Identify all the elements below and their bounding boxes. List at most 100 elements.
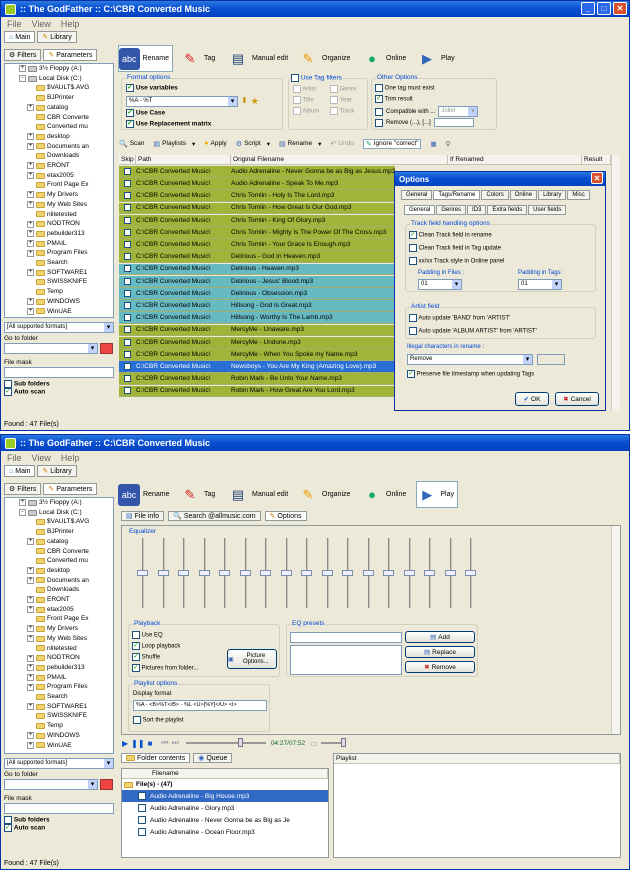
expand-icon[interactable]: + <box>27 249 34 257</box>
list-scrollbar[interactable] <box>611 155 620 411</box>
expand-icon[interactable]: + <box>27 606 34 614</box>
tag-filter-checkbox[interactable] <box>330 107 338 115</box>
auto-band-checkbox[interactable] <box>409 314 417 322</box>
eq-replace-button[interactable]: ▤ Replace <box>405 646 475 658</box>
auto-album-artist-checkbox[interactable] <box>409 327 417 335</box>
toolbar-online[interactable]: ● Online <box>361 45 406 72</box>
tree-node[interactable]: nlitetested <box>7 644 113 654</box>
tree-node[interactable]: + SOFTWARE1 <box>7 702 113 712</box>
table-row[interactable]: C:\CBR Converted Music\ MercyMe - Unaware… <box>119 324 395 337</box>
eq-band-slider[interactable] <box>424 538 435 608</box>
eq-band-slider[interactable] <box>137 538 148 608</box>
tree-node[interactable]: + SOFTWARE1 <box>7 268 113 278</box>
tag-filters-title-row[interactable]: Use Tag filters <box>290 74 343 82</box>
toolbar-play-2[interactable]: ▶ Play <box>416 481 458 508</box>
skip-checkbox[interactable] <box>124 216 131 224</box>
tag-filter-checkbox[interactable] <box>330 96 338 104</box>
files-group-header[interactable]: File(s) - (47) <box>122 779 328 790</box>
position-slider[interactable] <box>185 738 266 747</box>
toolbar-rename-2[interactable]: abc Rename <box>118 481 169 508</box>
skip-checkbox[interactable] <box>124 192 131 200</box>
folder-tree[interactable]: +3½ Floppy (A:) - Local Disk (C:) $VAULT$.A… <box>4 63 114 318</box>
tab-filters-2[interactable]: ⚙ Filters <box>4 483 42 495</box>
minimize-button[interactable]: _ <box>581 2 595 15</box>
tree-node[interactable]: Converted mu <box>7 556 113 566</box>
tree-node[interactable]: + WINDOWS <box>7 731 113 741</box>
action-playlists[interactable]: ▤ Playlists ▾ <box>154 140 196 148</box>
filename-col[interactable]: Filename <box>122 769 328 778</box>
eq-band-knob[interactable] <box>301 570 312 576</box>
eq-band-knob[interactable] <box>321 570 333 576</box>
expand-icon[interactable]: + <box>27 191 34 199</box>
eq-band-knob[interactable] <box>219 570 230 576</box>
tree-node[interactable]: CBR Converte <box>7 113 113 123</box>
dialog-subtab[interactable]: ID3 <box>467 205 487 215</box>
action-scan[interactable]: 🔍 Scan <box>119 140 145 148</box>
file-mask-input[interactable] <box>4 367 114 378</box>
expand-icon[interactable]: + <box>27 538 34 546</box>
table-row[interactable]: C:\CBR Converted Music\ Audio Adrenaline … <box>119 178 395 190</box>
tree-node[interactable]: +3½ Floppy (A:) <box>7 498 113 508</box>
tag-filter-option[interactable]: Title <box>293 96 330 104</box>
expand-icon[interactable]: + <box>27 230 34 238</box>
col-result[interactable]: Result <box>582 155 611 164</box>
expand-icon[interactable]: + <box>27 674 34 681</box>
eq-preset-name-input[interactable] <box>290 632 402 643</box>
menu-view-2[interactable]: View <box>32 453 51 463</box>
tag-filter-option[interactable]: Artist <box>293 85 330 93</box>
skip-checkbox[interactable] <box>124 228 131 236</box>
one-tag-checkbox[interactable] <box>375 84 383 92</box>
loop-playback-row[interactable]: ✓ Loop playback <box>132 642 180 650</box>
col-original[interactable]: Original Filename <box>231 155 448 164</box>
play-tab[interactable]: ✎ Options <box>264 511 307 521</box>
toolbar-tag-2[interactable]: ✎ Tag <box>179 481 216 508</box>
volume-knob[interactable] <box>340 738 346 747</box>
goto-folder-icon-2[interactable] <box>100 779 113 790</box>
skip-checkbox[interactable] <box>124 180 131 188</box>
table-row[interactable]: C:\CBR Converted Music\ Chris Tomlin - Yo… <box>119 239 395 251</box>
eq-band-slider[interactable] <box>362 538 374 608</box>
goto-folder-select-2[interactable] <box>4 779 98 790</box>
ok-button[interactable]: ✔ OK <box>515 392 549 406</box>
file-checkbox[interactable] <box>138 804 146 812</box>
expand-icon[interactable]: + <box>19 499 26 507</box>
skip-checkbox[interactable] <box>124 289 131 297</box>
cancel-button[interactable]: ✖ Cancel <box>555 392 599 406</box>
tag-filter-checkbox[interactable] <box>293 96 301 104</box>
action-ignore-correct[interactable]: ✎ Ignore "correct" <box>362 138 422 149</box>
tree-node[interactable]: BJPrinter <box>7 527 113 537</box>
dialog-tab[interactable]: Tags/Rename <box>433 190 481 200</box>
file-checkbox[interactable] <box>138 816 146 824</box>
eq-band-knob[interactable] <box>198 570 210 576</box>
close-button[interactable]: ✕ <box>613 2 627 15</box>
eq-band-slider[interactable] <box>198 538 210 608</box>
expand-icon[interactable]: + <box>27 240 34 247</box>
eq-band-slider[interactable] <box>465 538 476 608</box>
format-select-value[interactable]: %A - %T <box>126 96 238 107</box>
tree-node[interactable]: Temp <box>7 287 113 297</box>
dialog-subtab[interactable]: Genres <box>436 205 467 215</box>
tree-node[interactable]: SWISSKNIFE <box>7 711 113 721</box>
playlist-panel[interactable]: Playlist <box>333 753 621 858</box>
tree-node[interactable]: + desktop <box>7 132 113 142</box>
loop-playback-checkbox[interactable]: ✓ <box>132 642 140 650</box>
tree-node[interactable]: + etax2005 <box>7 171 113 181</box>
expand-icon[interactable]: + <box>19 65 26 73</box>
options-scrollbar[interactable] <box>611 526 620 734</box>
tree-node[interactable]: + My Drivers <box>7 624 113 634</box>
skip-checkbox[interactable] <box>124 375 131 383</box>
tag-filter-checkbox[interactable] <box>293 85 301 93</box>
expand-icon[interactable]: + <box>27 732 34 740</box>
one-tag-row[interactable]: One tag must exist <box>375 84 435 92</box>
format-select[interactable]: [All supported formats] <box>4 322 114 333</box>
tree-node[interactable]: + pebuilder313 <box>7 229 113 239</box>
table-row[interactable]: C:\CBR Converted Music\ Chris Tomlin - Ho… <box>119 202 395 215</box>
action-undo[interactable]: ↶ Undo <box>330 140 353 148</box>
sub-folders-checkbox[interactable] <box>4 380 12 388</box>
list-item[interactable]: Audio Adrenaline - Glory.mp3 <box>122 802 328 814</box>
tree-node[interactable]: + ERONT <box>7 161 113 171</box>
auto-scan-row[interactable]: ✓ Auto scan <box>4 388 114 396</box>
clean-track-tag-row[interactable]: Clean Track field in Tag update <box>409 244 501 252</box>
remove-brackets-input[interactable] <box>433 118 474 127</box>
next-button[interactable]: ⏭ <box>172 738 179 748</box>
